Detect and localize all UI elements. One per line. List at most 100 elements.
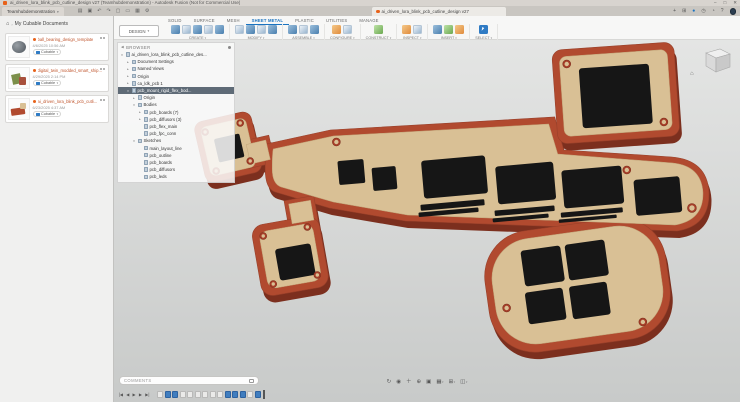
expand-arrow[interactable]: ▸ [132,96,136,100]
document-card[interactable]: ai_driven_lora_blink_pcb_cutli...6/23/20… [5,95,109,123]
play-icon[interactable]: ▶ [132,392,137,397]
tab-icon[interactable] [204,25,213,34]
step-forward-icon[interactable]: ▶ [138,392,143,397]
new-tab-icon[interactable]: + [673,8,676,15]
ribbon-group-label[interactable]: ASSEMBLE ▾ [292,36,314,40]
expand-arrow[interactable]: ▾ [132,139,136,143]
insert-mesh-icon[interactable] [455,25,464,34]
expand-arrow[interactable]: ▸ [126,81,130,85]
browser-tree-item[interactable]: pcb_diffusors [118,166,234,173]
configuration-table-icon[interactable] [343,25,352,34]
view-cube-graphic[interactable] [690,45,734,79]
settings-icon[interactable]: ⚙ [145,8,149,14]
browser-tree-item[interactable]: ▾Bodies [118,101,234,108]
timeline-feature[interactable] [210,391,216,398]
browser-tree-item[interactable]: ▾ai_driven_lora_blink_pcb_cutline_des... [118,51,234,58]
flange-icon[interactable] [171,25,180,34]
design-workspace-menu[interactable]: DESIGN ▾ [119,25,159,37]
rip-icon[interactable] [215,25,224,34]
fit-icon[interactable]: ▣ [426,379,431,386]
joint-icon[interactable] [299,25,308,34]
timeline-feature[interactable] [180,391,186,398]
screenshot-icon[interactable]: ▢ [116,8,121,14]
expand-arrow[interactable]: ▾ [126,89,130,93]
document-card[interactable]: digital_twin_modded_smart_ship...4/29/20… [5,64,109,92]
collapse-panel-icon[interactable]: ◀ [121,45,124,49]
grid-snaps-icon[interactable]: ⊞▾ [449,379,456,386]
ribbon-group-label[interactable]: MODIFY ▾ [248,36,265,40]
team-tab[interactable]: Teamhubdemonstration ▾ [2,7,64,16]
timeline-feature[interactable] [202,391,208,398]
timeline-feature[interactable] [240,391,246,398]
ribbon-group-label[interactable]: SELECT ▾ [475,36,492,40]
timeline-feature[interactable] [165,391,171,398]
timeline-position-marker[interactable] [263,390,265,399]
browser-tree-item[interactable]: main_layout_line [118,144,234,151]
browser-tree-item[interactable]: pcb_leds [118,173,234,180]
hem-icon[interactable] [182,25,191,34]
timeline-feature[interactable] [255,391,261,398]
bend-icon[interactable] [193,25,202,34]
keyboard-icon[interactable]: ▦ [135,8,140,14]
home-icon[interactable]: ⌂ [6,21,9,27]
3d-viewport[interactable]: ◀ BROWSER ▾ai_driven_lora_blink_pcb_cutl… [114,40,740,402]
fullscreen-icon[interactable]: ▭ [125,8,130,14]
go-to-start-icon[interactable]: |◀ [118,392,124,397]
browser-tree-item[interactable]: pcb_outline [118,152,234,159]
step-back-icon[interactable]: ◀ [125,392,130,397]
cubable-badge[interactable]: Cubable▾ [33,80,62,86]
orbit-icon[interactable]: ↻ [387,379,392,386]
look-at-icon[interactable]: ◉ [396,379,401,386]
browser-tree-item[interactable]: ▾Sketches [118,137,234,144]
convert-icon[interactable] [268,25,277,34]
refold-icon[interactable] [257,25,266,34]
configure-icon[interactable] [332,25,341,34]
browser-tree-item[interactable]: ▸pcb_diffusors (3) [118,116,234,123]
browser-panel[interactable]: ◀ BROWSER ▾ai_driven_lora_blink_pcb_cutl… [117,42,235,183]
browser-tree-item[interactable]: ▾pcb_mount_rigid_flex_bod... [118,87,234,94]
ribbon-group-label[interactable]: CONSTRUCT ▾ [366,36,392,40]
select-icon[interactable] [479,25,488,34]
measure-icon[interactable] [402,25,411,34]
expand-arrow[interactable]: ▸ [138,110,142,114]
construction-plane-icon[interactable] [374,25,383,34]
expand-arrow[interactable]: ▸ [126,67,130,71]
extensions-icon[interactable]: ⊞ [682,8,686,15]
expand-arrow[interactable]: ▾ [132,103,136,107]
document-tab[interactable]: ai_driven_lora_blink_pcb_cutline_design … [372,7,506,16]
section-analysis-icon[interactable] [413,25,422,34]
view-cube[interactable]: ⌂ [690,45,734,79]
browser-tree-item[interactable]: ▸pcb_boards (7) [118,109,234,116]
redo-icon[interactable]: ↷ [106,8,110,14]
timeline-feature[interactable] [172,391,178,398]
history-icon[interactable]: ◷ [701,8,705,15]
timeline-feature[interactable] [195,391,201,398]
browser-tree-item[interactable]: ▸Origin [118,94,234,101]
display-settings-icon[interactable]: ▦▾ [436,379,443,386]
ribbon-group-label[interactable]: INSERT ▾ [441,36,457,40]
job-status-icon[interactable]: ● [692,8,695,15]
expand-arrow[interactable]: ▸ [126,60,130,64]
zoom-icon[interactable]: ⊕ [417,379,422,386]
rigid-group-icon[interactable] [310,25,319,34]
breadcrumb[interactable]: ⌂ › My Cubable Documents [0,19,113,33]
document-card[interactable]: ball_bearing_design_template4/6/2025 10:… [5,33,109,61]
browser-tree-item[interactable]: pcb_fpc_conn [118,130,234,137]
cubable-badge[interactable]: Cubable▾ [33,111,62,117]
comments-input[interactable]: COMMENTS [119,376,259,385]
file-menu-icon[interactable]: ▤ [78,8,83,14]
browser-tree-item[interactable]: pcb_flex_main [118,123,234,130]
browser-tree-item[interactable]: pcb_boards [118,159,234,166]
ribbon-group-label[interactable]: INSPECT ▾ [403,36,421,40]
home-view-icon[interactable]: ⌂ [690,71,694,77]
save-icon[interactable]: ▣ [88,8,93,14]
cubable-badge[interactable]: Cubable▾ [33,49,62,55]
browser-tree-item[interactable]: ▸Named Views [118,65,234,72]
timeline-feature[interactable] [187,391,193,398]
timeline-feature[interactable] [232,391,238,398]
press-brake-icon[interactable] [235,25,244,34]
undo-icon[interactable]: ↶ [97,8,101,14]
new-component-icon[interactable] [288,25,297,34]
insert-derive-icon[interactable] [433,25,442,34]
go-to-end-icon[interactable]: ▶| [144,392,150,397]
